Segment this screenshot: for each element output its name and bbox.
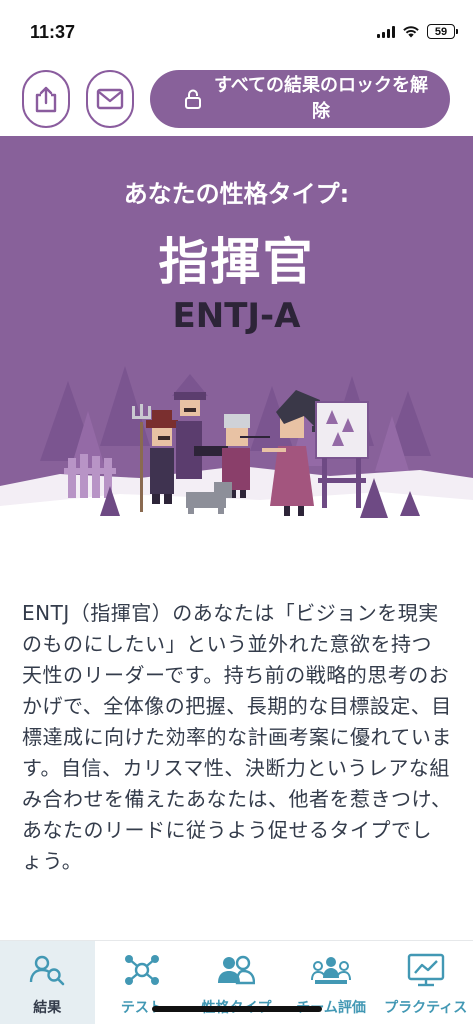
practice-icon (407, 953, 444, 987)
personality-type-code: ENTJ-A (172, 296, 301, 336)
home-indicator (152, 1006, 322, 1012)
nav-item-results[interactable]: 結果 (0, 941, 95, 1024)
share-button[interactable] (22, 70, 70, 128)
nav-label-practice: プラクティス (384, 1000, 468, 1016)
unlock-label: すべての結果のロックを解除 (213, 75, 429, 122)
status-time: 11:37 (30, 22, 76, 42)
share-icon (35, 86, 57, 113)
personality-description: ENTJ（指揮官）のあなたは「ビジョンを現実のものにしたい」という並外れた意欲を… (22, 601, 452, 873)
signal-icon (377, 25, 395, 38)
unlock-all-results-button[interactable]: すべての結果のロックを解除 (150, 70, 450, 128)
hero-heading: あなたの性格タイプ: (123, 180, 350, 208)
email-button[interactable] (86, 70, 134, 128)
mail-icon (96, 88, 124, 110)
battery-level: 59 (434, 25, 448, 38)
personality-types-icon (218, 955, 256, 985)
personality-type-name: 指揮官 (158, 233, 315, 291)
top-toolbar: すべての結果のロックを解除 (0, 70, 473, 130)
status-icons: 59 (377, 24, 458, 39)
team-assessment-icon (311, 957, 352, 984)
commander-illustration (0, 366, 473, 536)
battery-icon: 59 (427, 24, 458, 39)
nav-label-results: 結果 (33, 1000, 62, 1016)
wifi-icon (403, 26, 419, 38)
status-bar: 11:37 59 (0, 0, 473, 60)
nav-item-practice[interactable]: プラクティス (378, 941, 473, 1024)
personality-hero: あなたの性格タイプ: 指揮官 ENTJ-A (0, 136, 473, 536)
test-icon (124, 955, 159, 985)
results-icon (30, 955, 65, 986)
lock-icon (185, 89, 201, 109)
